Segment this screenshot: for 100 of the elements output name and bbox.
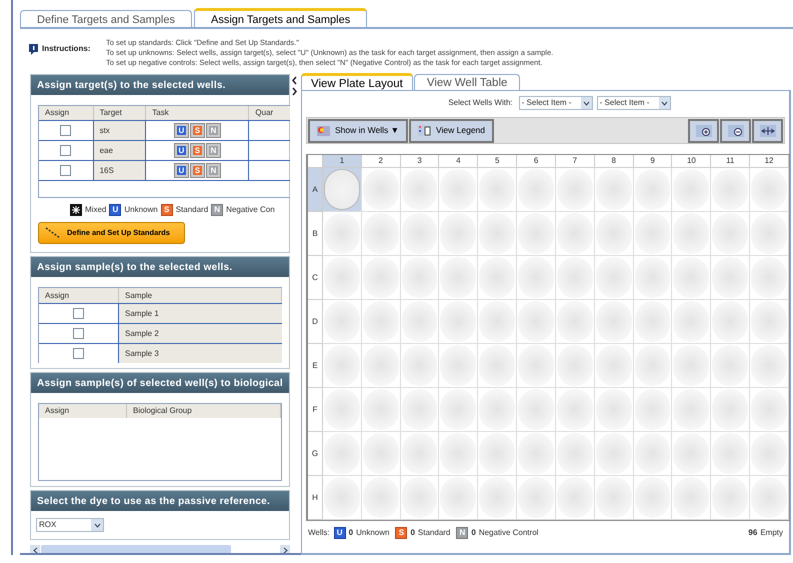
column-header[interactable]: 7 bbox=[556, 155, 595, 168]
well[interactable] bbox=[479, 301, 516, 342]
tab[interactable]: Define Targets and Samples bbox=[20, 10, 192, 27]
well[interactable] bbox=[479, 257, 516, 298]
well[interactable] bbox=[634, 477, 670, 518]
well[interactable] bbox=[596, 345, 632, 386]
well[interactable] bbox=[324, 477, 360, 518]
well[interactable] bbox=[556, 169, 593, 210]
well[interactable] bbox=[751, 433, 787, 474]
checkbox[interactable] bbox=[60, 165, 72, 176]
task-button[interactable]: U bbox=[174, 124, 188, 137]
well[interactable] bbox=[440, 345, 476, 386]
well[interactable] bbox=[362, 213, 399, 254]
row-header[interactable]: A bbox=[308, 168, 323, 212]
well[interactable] bbox=[479, 169, 516, 210]
well[interactable] bbox=[518, 389, 554, 430]
task-button[interactable]: U bbox=[174, 144, 188, 157]
show-in-wells-button[interactable]: Show in Wells ▼ bbox=[308, 118, 408, 142]
well[interactable] bbox=[324, 169, 360, 210]
well[interactable] bbox=[362, 389, 399, 430]
row-header[interactable]: E bbox=[308, 344, 323, 388]
well[interactable] bbox=[402, 345, 438, 386]
well[interactable] bbox=[402, 433, 438, 474]
well[interactable] bbox=[440, 213, 476, 254]
well[interactable] bbox=[712, 213, 748, 254]
well[interactable] bbox=[479, 345, 516, 386]
well[interactable] bbox=[596, 389, 632, 430]
well[interactable] bbox=[362, 477, 399, 518]
column-header[interactable]: 11 bbox=[711, 155, 750, 168]
well[interactable] bbox=[324, 301, 360, 342]
well[interactable] bbox=[596, 213, 632, 254]
well[interactable] bbox=[324, 345, 360, 386]
well[interactable] bbox=[402, 213, 438, 254]
well[interactable] bbox=[518, 433, 554, 474]
well[interactable] bbox=[634, 433, 670, 474]
well[interactable] bbox=[596, 301, 632, 342]
checkbox[interactable] bbox=[60, 145, 72, 156]
scroll-right-icon[interactable] bbox=[282, 547, 288, 554]
well[interactable] bbox=[712, 345, 748, 386]
tab[interactable]: View Well Table bbox=[414, 74, 520, 90]
well[interactable] bbox=[518, 301, 554, 342]
well[interactable] bbox=[634, 345, 670, 386]
column-header[interactable]: 8 bbox=[594, 155, 634, 168]
column-header[interactable]: 2 bbox=[362, 155, 401, 168]
row-header[interactable]: C bbox=[308, 256, 323, 300]
well[interactable] bbox=[556, 213, 593, 254]
well[interactable] bbox=[556, 257, 593, 298]
zoom-in-button[interactable] bbox=[688, 118, 719, 142]
well[interactable] bbox=[751, 213, 787, 254]
well[interactable] bbox=[673, 301, 710, 342]
well[interactable] bbox=[402, 477, 438, 518]
collapse-left-icon[interactable] bbox=[291, 76, 298, 85]
tab[interactable]: View Plate Layout bbox=[301, 73, 413, 90]
well[interactable] bbox=[556, 301, 593, 342]
tab[interactable]: Assign Targets and Samples bbox=[194, 8, 368, 27]
column-header[interactable]: 6 bbox=[517, 155, 556, 168]
well[interactable] bbox=[712, 389, 748, 430]
well[interactable] bbox=[479, 477, 516, 518]
well[interactable] bbox=[440, 389, 476, 430]
dye-dropdown[interactable]: ROX bbox=[36, 518, 104, 532]
well[interactable] bbox=[673, 345, 710, 386]
well[interactable] bbox=[362, 433, 399, 474]
well[interactable] bbox=[479, 213, 516, 254]
well[interactable] bbox=[440, 477, 476, 518]
column-header[interactable]: 1 bbox=[323, 155, 362, 168]
well[interactable] bbox=[673, 477, 710, 518]
well[interactable] bbox=[362, 345, 399, 386]
well[interactable] bbox=[518, 257, 554, 298]
well[interactable] bbox=[556, 477, 593, 518]
well[interactable] bbox=[518, 169, 554, 210]
well[interactable] bbox=[362, 257, 399, 298]
well[interactable] bbox=[324, 213, 360, 254]
well[interactable] bbox=[518, 477, 554, 518]
well[interactable] bbox=[673, 433, 710, 474]
well[interactable] bbox=[362, 169, 399, 210]
well[interactable] bbox=[712, 257, 748, 298]
row-header[interactable]: F bbox=[308, 388, 323, 432]
checkbox[interactable] bbox=[73, 308, 84, 319]
expand-right-icon[interactable] bbox=[291, 87, 298, 96]
well[interactable] bbox=[518, 345, 554, 386]
checkbox[interactable] bbox=[60, 125, 72, 136]
zoom-out-button[interactable] bbox=[720, 118, 751, 142]
well[interactable] bbox=[751, 169, 787, 210]
well[interactable] bbox=[402, 257, 438, 298]
well[interactable] bbox=[402, 389, 438, 430]
row-header[interactable]: D bbox=[308, 300, 323, 344]
row-header[interactable]: G bbox=[308, 432, 323, 476]
well[interactable] bbox=[556, 433, 593, 474]
well[interactable] bbox=[402, 301, 438, 342]
well[interactable] bbox=[634, 301, 670, 342]
column-header[interactable]: 3 bbox=[400, 155, 440, 168]
well[interactable] bbox=[673, 389, 710, 430]
well[interactable] bbox=[402, 169, 438, 210]
well[interactable] bbox=[751, 301, 787, 342]
column-header[interactable]: 9 bbox=[634, 155, 672, 168]
task-button[interactable]: U bbox=[174, 164, 188, 177]
column-header[interactable]: 4 bbox=[439, 155, 478, 168]
well[interactable] bbox=[440, 169, 476, 210]
well[interactable] bbox=[479, 433, 516, 474]
well[interactable] bbox=[440, 433, 476, 474]
